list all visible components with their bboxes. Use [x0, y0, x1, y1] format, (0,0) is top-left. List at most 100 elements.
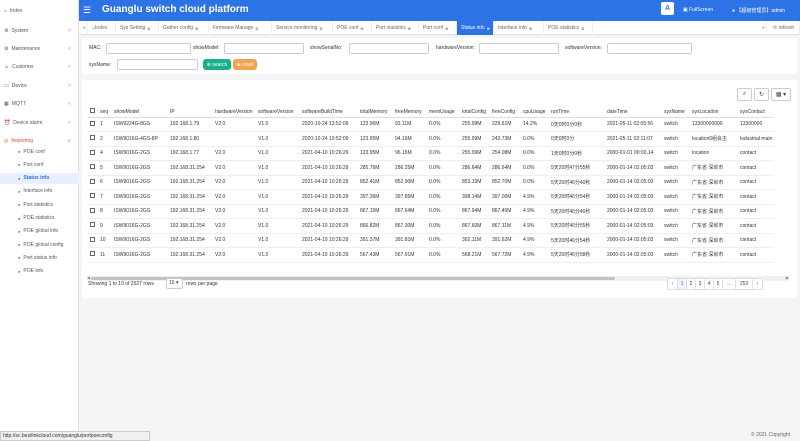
- sidebar-subitem-poe-global-config[interactable]: ● POE global config: [0, 239, 79, 250]
- column-header-runtime[interactable]: runTime: [549, 107, 605, 118]
- row-checkbox[interactable]: [87, 117, 98, 132]
- translate-icon[interactable]: A: [661, 2, 674, 15]
- table-row[interactable]: 8 ISW9016G-2GS 192.168.31.254 V2.0 V1.0 2021-…: [87, 204, 774, 219]
- column-header-totalconfig[interactable]: totalConfig: [460, 107, 490, 118]
- row-checkbox[interactable]: [87, 204, 98, 219]
- tab-service-monitoring[interactable]: Service monitoring ⊗: [272, 21, 333, 35]
- column-header-totalmemory[interactable]: totalMemory: [358, 107, 393, 118]
- column-header-ip[interactable]: IP: [168, 107, 213, 118]
- close-icon[interactable]: ⊗: [255, 26, 258, 31]
- row-checkbox[interactable]: [87, 131, 98, 147]
- sidebar-subitem-status-info[interactable]: ● Status info: [0, 172, 79, 184]
- tab-firmware-manage[interactable]: Firmware Manage ⊗: [209, 21, 272, 35]
- hardware-version-input[interactable]: [479, 43, 559, 54]
- close-icon[interactable]: ⊗: [529, 26, 532, 31]
- tab-index[interactable]: ⌂ Index: [88, 21, 116, 35]
- tab-poe-conf[interactable]: POE conf ⊗: [333, 21, 372, 35]
- column-header-freememory[interactable]: freeMemory: [393, 107, 427, 118]
- sidebar-item-customer[interactable]: ☺ Customer <: [0, 61, 79, 72]
- column-header-memusage[interactable]: memUsage: [427, 107, 460, 118]
- menu-toggle-icon[interactable]: ☰: [83, 5, 91, 16]
- table-row[interactable]: 5 ISW9016G-2GS 192.168.31.254 V2.0 V1.0 2021-…: [87, 160, 774, 176]
- close-icon[interactable]: ⊗: [445, 26, 448, 31]
- table-row[interactable]: 7 ISW9016G-2GS 192.168.31.254 V2.0 V1.0 2021-…: [87, 189, 774, 205]
- sidebar-subitem-poe-info[interactable]: ● POE info: [0, 266, 79, 277]
- scroll-right-icon[interactable]: ▶: [786, 275, 789, 280]
- table-row[interactable]: 2 ISW9016G-4GS-8P 192.168.1.80 V1.0 2020-10-…: [87, 131, 774, 147]
- tab-poe-statistics[interactable]: POE statistics ⊗: [544, 21, 593, 35]
- column-header-hardwareversion[interactable]: hardwareVersion: [213, 107, 256, 118]
- column-header-datetime[interactable]: dateTime: [605, 107, 662, 118]
- page-button-7[interactable]: 253: [735, 278, 753, 290]
- refresh-tab-button[interactable]: ⟳ refresh: [769, 21, 800, 35]
- column-header-softwarebuildtime[interactable]: softwareBuildTime: [300, 107, 358, 118]
- sidebar-item-reporting[interactable]: ◎ Reporting ∨: [0, 135, 79, 146]
- show-model-input[interactable]: [224, 43, 304, 54]
- sidebar-item-device-alarm[interactable]: ⏰ Device alarm <: [0, 117, 79, 128]
- column-header-sysname[interactable]: sysName: [662, 107, 690, 118]
- sidebar-item-maintenance[interactable]: ⚙ Maintenance <: [0, 43, 79, 54]
- close-icon[interactable]: ⊗: [147, 26, 150, 31]
- sysname-input[interactable]: [117, 59, 198, 70]
- page-button-8[interactable]: ›: [752, 278, 763, 290]
- table-row[interactable]: 6 ISW9016G-2GS 192.168.31.254 V2.0 V1.0 2021-…: [87, 175, 774, 190]
- select-all-checkbox[interactable]: [87, 107, 98, 118]
- column-header-freeconfig[interactable]: freeConfig: [490, 107, 521, 118]
- sidebar-item-system[interactable]: ⚙ System <: [0, 25, 79, 36]
- user-menu[interactable]: ● 【超级管理员】admin: [732, 7, 785, 14]
- reset-button[interactable]: ⊕ reset: [233, 59, 257, 70]
- sidebar-subitem-poe-statistics[interactable]: ● POE statistics: [0, 213, 79, 224]
- close-icon[interactable]: ⊗: [319, 26, 322, 31]
- close-icon[interactable]: ⊗: [360, 26, 363, 31]
- tab-status-info[interactable]: Status info ⊗: [457, 21, 494, 35]
- row-checkbox[interactable]: [87, 160, 98, 176]
- sidebar-item-index[interactable]: ⌂ Index: [0, 5, 79, 16]
- row-checkbox[interactable]: [87, 247, 98, 263]
- column-header-syscontact[interactable]: sysContact: [738, 107, 774, 118]
- tab-scroll-right-icon[interactable]: »: [758, 21, 767, 35]
- software-version-input[interactable]: [607, 43, 692, 54]
- tab-interface-info[interactable]: Interface info ⊗: [494, 21, 544, 35]
- sidebar-subitem-port-statistics[interactable]: ● Port statistics: [0, 199, 79, 210]
- mac-input[interactable]: [106, 43, 191, 54]
- toolbar-columns-icon[interactable]: ▦ ▾: [771, 88, 791, 101]
- close-icon[interactable]: ⊗: [408, 26, 411, 31]
- table-row[interactable]: 4 ISW9016G-2GS 192.168.1.77 V2.0 V1.0 2021-04…: [87, 146, 774, 161]
- sidebar-subitem-poe-global-info[interactable]: ● POE global info: [0, 226, 79, 237]
- fullscreen-button[interactable]: ▣ FullScreen: [683, 7, 713, 13]
- show-serial-input[interactable]: [349, 43, 429, 54]
- column-header-seq[interactable]: seq: [98, 107, 112, 118]
- sidebar-item-device[interactable]: ▭ Device <: [0, 80, 79, 91]
- row-checkbox[interactable]: [87, 233, 98, 248]
- sidebar-subitem-port-conf[interactable]: ● Port conf: [0, 159, 79, 170]
- tab-sys-setting[interactable]: Sys Setting ⊗: [116, 21, 159, 35]
- close-icon[interactable]: ⊗: [487, 26, 490, 31]
- row-checkbox[interactable]: [87, 189, 98, 205]
- column-header-syslocation[interactable]: sysLocation: [690, 107, 738, 118]
- tab-port-conf[interactable]: Port conf ⊗: [419, 21, 457, 35]
- tab-port-statistics[interactable]: Port statistics ⊗: [372, 21, 419, 35]
- table-row[interactable]: 11 ISW9016G-2GS 192.168.31.254 V2.0 V1.0 2021…: [87, 247, 774, 263]
- table-row[interactable]: 9 ISW9016G-2GS 192.168.31.254 V2.0 V1.0 2021-…: [87, 218, 774, 234]
- close-icon[interactable]: ⊗: [195, 26, 198, 31]
- sidebar-item-mqtt[interactable]: ▦ MQTT <: [0, 98, 79, 109]
- scroll-left-icon[interactable]: ◀: [87, 275, 90, 280]
- search-button[interactable]: ⊕ search: [203, 59, 231, 70]
- tab-scroll-left-icon[interactable]: «: [79, 21, 88, 35]
- row-checkbox[interactable]: [87, 175, 98, 190]
- column-header-showmodel[interactable]: showModel: [112, 107, 168, 118]
- toolbar-search-icon[interactable]: ⌕: [737, 88, 752, 101]
- close-icon[interactable]: ⊗: [581, 26, 584, 31]
- column-header-softwareversion[interactable]: softwareVersion: [256, 107, 300, 118]
- page-size-select[interactable]: 10 ▾: [166, 278, 183, 289]
- table-row[interactable]: 1 ISW9224G-8GS 192.168.1.79 V2.0 V1.0 2020-10…: [87, 117, 774, 132]
- sidebar-subitem-poe-conf[interactable]: ● POE conf: [0, 146, 79, 157]
- row-checkbox[interactable]: [87, 146, 98, 161]
- tab-gather-config[interactable]: Gather config ⊗: [159, 21, 209, 35]
- page-button-6[interactable]: ...: [722, 278, 736, 290]
- sidebar-subitem-port-status-info[interactable]: ● Port status info: [0, 252, 79, 263]
- table-row[interactable]: 10 ISW9016G-2GS 192.168.31.254 V2.0 V1.0 2021…: [87, 233, 774, 248]
- row-checkbox[interactable]: [87, 218, 98, 234]
- column-header-cpuusage[interactable]: cpuUsage: [521, 107, 549, 118]
- sidebar-subitem-interface-info[interactable]: ● Interface info: [0, 186, 79, 197]
